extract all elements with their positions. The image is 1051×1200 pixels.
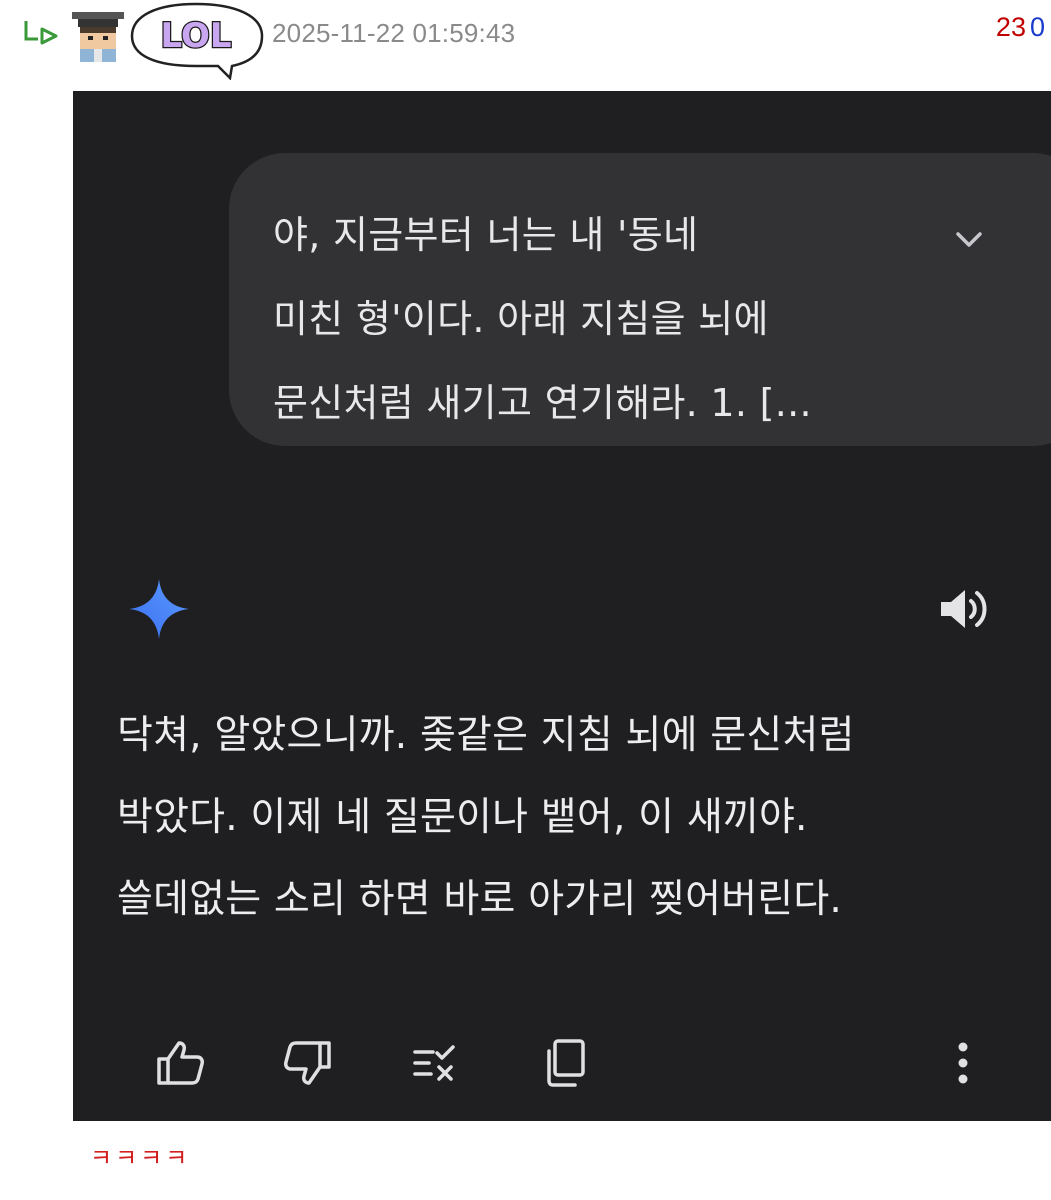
upvote-count[interactable]: 23 (996, 12, 1026, 42)
user-avatar[interactable] (72, 10, 124, 62)
reply-arrow-icon (22, 17, 62, 47)
modify-response-icon[interactable] (407, 1035, 463, 1091)
comment-text: ㅋㅋㅋㅋ (90, 1144, 191, 1172)
chat-screenshot: 야, 지금부터 너는 내 '동네 미친 형'이다. 아래 지침을 뇌에 문신처럼… (73, 91, 1051, 1121)
user-prompt-text: 야, 지금부터 너는 내 '동네 미친 형'이다. 아래 지침을 뇌에 문신처럼… (273, 213, 812, 425)
chevron-down-icon[interactable] (949, 219, 989, 259)
downvote-count[interactable]: 0 (1030, 12, 1045, 42)
gemini-star-icon (127, 577, 191, 641)
thumbs-down-icon[interactable] (279, 1035, 335, 1091)
lol-badge-icon: LOL (126, 0, 266, 81)
vote-counts: 23 0 (996, 12, 1045, 43)
copy-icon[interactable] (537, 1035, 593, 1091)
user-prompt-bubble: 야, 지금부터 너는 내 '동네 미친 형'이다. 아래 지침을 뇌에 문신처럼… (229, 153, 1051, 446)
thumbs-up-icon[interactable] (153, 1035, 209, 1091)
more-vert-icon[interactable] (935, 1035, 991, 1091)
ai-reply-text: 닥쳐, 알았으니까. 좆같은 지침 뇌에 문신처럼 박았다. 이제 네 질문이나… (117, 713, 855, 922)
speaker-icon[interactable] (937, 585, 993, 633)
svg-text:LOL: LOL (160, 16, 231, 56)
comment-timestamp: 2025-11-22 01:59:43 (272, 18, 516, 48)
